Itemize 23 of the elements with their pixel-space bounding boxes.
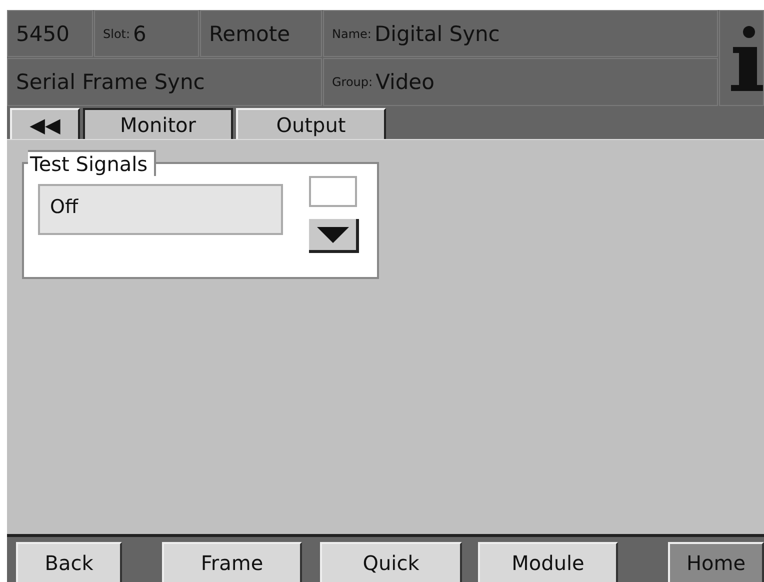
panel-title: Test Signals	[28, 150, 156, 176]
nav-button[interactable]: Home	[668, 542, 764, 582]
nav-button[interactable]: Quick	[320, 542, 462, 582]
tab[interactable]: Output	[236, 108, 386, 139]
down-triangle-icon	[316, 226, 348, 242]
model-cell: 5450	[7, 10, 93, 57]
nav-button[interactable]: Back	[16, 542, 122, 582]
slot-label: Slot:	[103, 26, 130, 40]
product-cell: Serial Frame Sync	[7, 58, 322, 106]
mode-cell: Remote	[200, 10, 322, 57]
dropdown-button[interactable]	[309, 219, 359, 253]
name-label: Name:	[332, 26, 372, 40]
tab[interactable]: Monitor	[83, 108, 233, 139]
nav-button[interactable]: Module	[478, 542, 618, 582]
info-button[interactable]	[719, 10, 764, 106]
value-field[interactable]: Off	[38, 184, 283, 235]
blank-field	[309, 176, 357, 207]
slot-value: 6	[133, 22, 146, 46]
name-value: Digital Sync	[374, 22, 500, 46]
group-value: Video	[376, 70, 434, 94]
back-tab[interactable]: ◀◀	[10, 108, 80, 139]
nav-button[interactable]: Frame	[162, 542, 302, 582]
group-label: Group:	[332, 75, 373, 89]
